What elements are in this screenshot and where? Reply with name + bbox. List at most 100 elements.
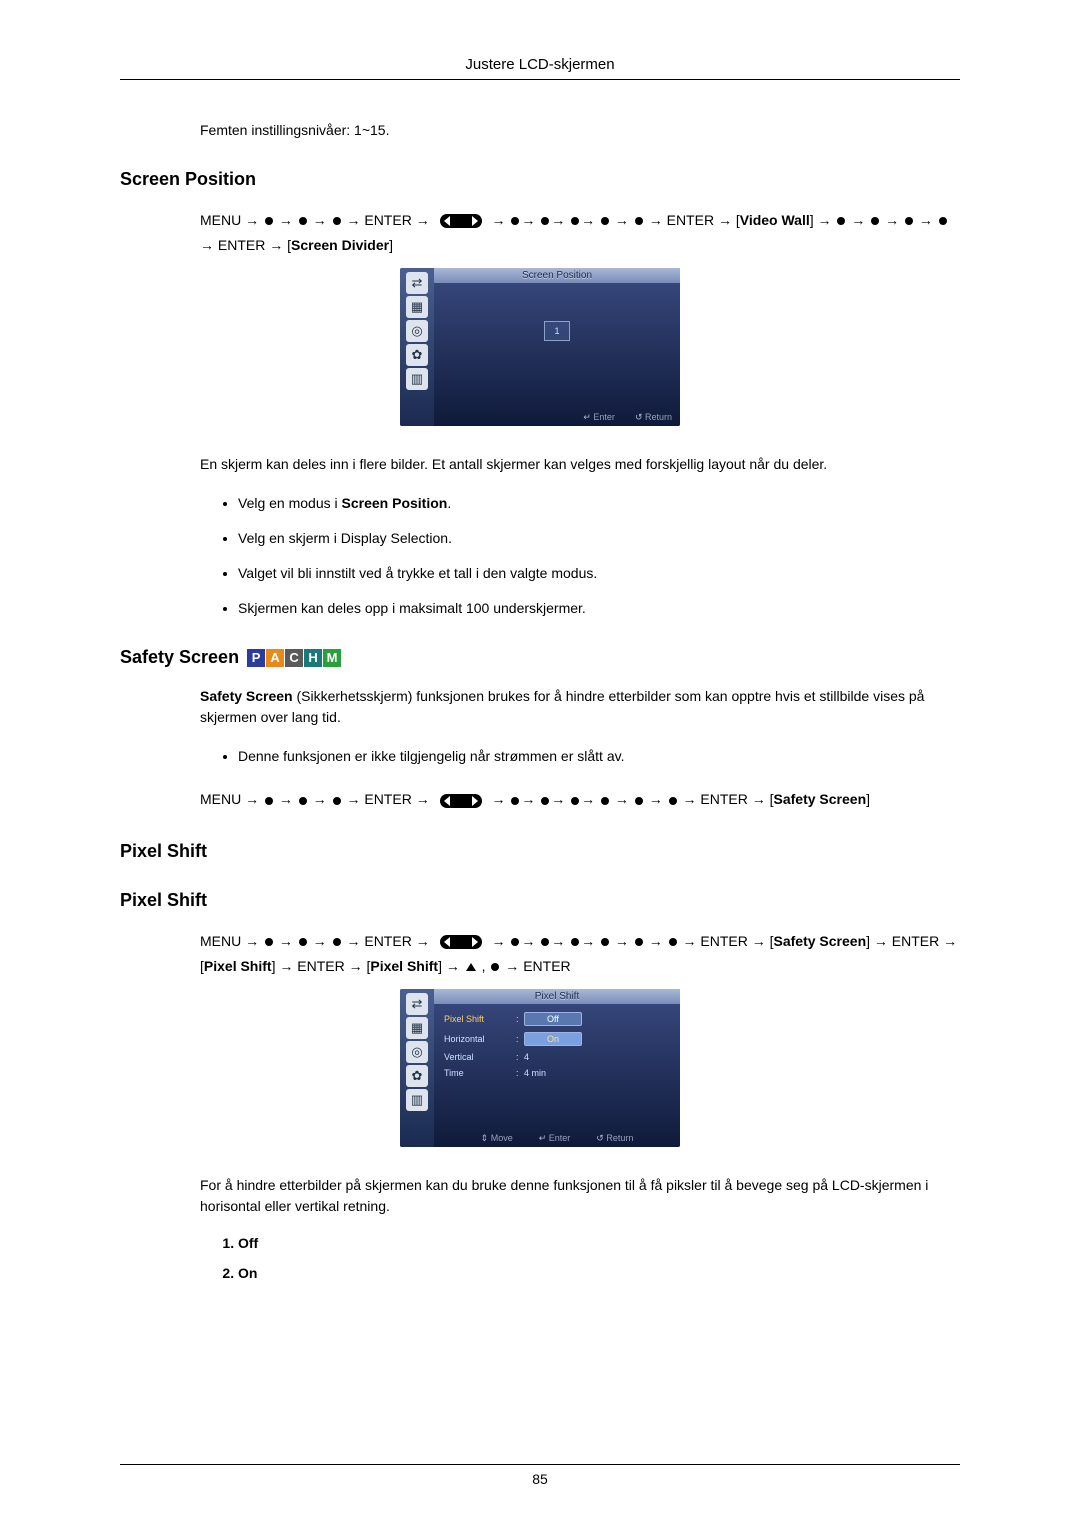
osd-pixel-shift: ⇄ ▦ ◎ ✿ ▥ Pixel Shift Pixel Shift : Off …	[400, 989, 680, 1147]
osd-title: Screen Position	[434, 268, 680, 283]
osd-icon-input: ⇄	[406, 993, 428, 1015]
nav-dot-icon	[871, 217, 879, 225]
nav-dot-icon	[511, 938, 519, 946]
section-title: Pixel Shift	[120, 890, 207, 911]
list-item: Velg en skjerm i Display Selection.	[238, 528, 960, 549]
nav-dot-icon	[669, 938, 677, 946]
osd-title: Pixel Shift	[434, 989, 680, 1004]
osd-footer: ↵ Enter ↺ Return	[434, 409, 680, 426]
nav-enter: ENTER	[218, 237, 265, 253]
osd-icon-sound: ◎	[406, 320, 428, 342]
osd-option-off: Off	[524, 1012, 582, 1026]
osd-icon-picture: ▦	[406, 296, 428, 318]
section-title: Screen Position	[120, 169, 256, 190]
osd-option-on: On	[524, 1032, 582, 1046]
list-item: On	[238, 1265, 960, 1281]
nav-dot-icon	[837, 217, 845, 225]
osd-main: Screen Position 1 ↵ Enter ↺ Return	[434, 268, 680, 426]
osd-row-pixel-shift: Pixel Shift : Off	[444, 1012, 670, 1026]
nav-dot-icon	[571, 797, 579, 805]
osd-content: 1	[434, 283, 680, 409]
nav-menu: MENU	[200, 791, 241, 807]
nav-dot-icon	[511, 217, 519, 225]
mode-badges: P A C H M	[247, 649, 341, 667]
nav-enter: ENTER	[700, 933, 747, 949]
badge-p: P	[247, 649, 265, 667]
page-number: 85	[120, 1464, 960, 1487]
osd-icon-setup: ✿	[406, 1065, 428, 1087]
list-item: Valget vil bli innstilt ved å trykke et …	[238, 563, 960, 584]
nav-dot-icon	[541, 217, 549, 225]
osd-row-time: Time : 4 min	[444, 1068, 670, 1078]
nav-dot-icon	[511, 797, 519, 805]
osd-icon-sound: ◎	[406, 1041, 428, 1063]
osd-footer-enter: ↵ Enter	[583, 412, 615, 423]
nav-menu: MENU	[200, 933, 241, 949]
osd-sidebar: ⇄ ▦ ◎ ✿ ▥	[400, 989, 434, 1147]
nav-menu: MENU	[200, 212, 241, 228]
nav-dot-icon	[491, 963, 499, 971]
nav-dot-icon	[541, 797, 549, 805]
list-item: Velg en modus i Screen Position.	[238, 493, 960, 514]
nav-target-screendivider: Screen Divider	[291, 237, 389, 253]
remote-nav-icon	[440, 794, 482, 808]
osd-icon-multi: ▥	[406, 1089, 428, 1111]
section-title: Safety Screen	[120, 647, 239, 668]
remote-nav-icon	[440, 935, 482, 949]
section-pixel-shift-2: Pixel Shift	[120, 890, 960, 911]
badge-h: H	[304, 649, 322, 667]
up-arrow-icon	[466, 963, 476, 971]
section-screen-position: Screen Position	[120, 169, 960, 190]
intro-text: Femten instillingsnivåer: 1~15.	[200, 120, 960, 141]
osd-row-horizontal: Horizontal : On	[444, 1032, 670, 1046]
nav-target-safetyscreen: Safety Screen	[774, 791, 867, 807]
osd-main: Pixel Shift Pixel Shift : Off Horizontal…	[434, 989, 680, 1147]
osd-icon-picture: ▦	[406, 1017, 428, 1039]
nav-enter: ENTER	[892, 933, 939, 949]
nav-target-pixelshift: Pixel Shift	[370, 958, 438, 974]
osd-screen-position: ⇄ ▦ ◎ ✿ ▥ Screen Position 1 ↵ Enter ↺ Re…	[400, 268, 680, 426]
nav-dot-icon	[571, 217, 579, 225]
nav-dot-icon	[635, 938, 643, 946]
nav-dot-icon	[299, 938, 307, 946]
osd-sidebar: ⇄ ▦ ◎ ✿ ▥	[400, 268, 434, 426]
osd-footer-return: ↺ Return	[635, 412, 672, 423]
list-item: Skjermen kan deles opp i maksimalt 100 u…	[238, 598, 960, 619]
list-item: Off	[238, 1235, 960, 1251]
nav-enter: ENTER	[523, 958, 570, 974]
badge-a: A	[266, 649, 284, 667]
nav-dot-icon	[333, 797, 341, 805]
nav-dot-icon	[265, 938, 273, 946]
osd-footer-return: ↺ Return	[596, 1133, 633, 1144]
section-safety-screen: Safety Screen P A C H M	[120, 647, 960, 668]
osd-icon-input: ⇄	[406, 272, 428, 294]
nav-sequence-3: MENU → → → → ENTER → → → → → → → → ENTER…	[200, 929, 960, 979]
section1-bullets: Velg en modus i Screen Position. Velg en…	[210, 493, 960, 619]
nav-dot-icon	[265, 797, 273, 805]
section2-paragraph: Safety Screen (Sikkerhetsskjerm) funksjo…	[200, 686, 960, 728]
nav-enter: ENTER	[297, 958, 344, 974]
nav-sequence-2: MENU → → → → ENTER → → → → → → → → ENTER…	[200, 787, 960, 812]
osd-footer-move: ⇕ Move	[481, 1133, 513, 1144]
nav-dot-icon	[601, 217, 609, 225]
nav-dot-icon	[541, 938, 549, 946]
nav-enter: ENTER	[700, 791, 747, 807]
nav-target-pixelshift: Pixel Shift	[204, 958, 272, 974]
remote-nav-icon	[440, 214, 482, 228]
nav-dot-icon	[333, 217, 341, 225]
nav-enter: ENTER	[364, 933, 411, 949]
nav-dot-icon	[265, 217, 273, 225]
section-title: Pixel Shift	[120, 841, 207, 862]
osd-content: Pixel Shift : Off Horizontal : On Vertic…	[434, 1004, 680, 1130]
nav-target-videowall: Video Wall	[740, 212, 810, 228]
osd-footer: ⇕ Move ↵ Enter ↺ Return	[434, 1130, 680, 1147]
nav-target-safetyscreen: Safety Screen	[774, 933, 867, 949]
nav-dot-icon	[669, 797, 677, 805]
nav-dot-icon	[905, 217, 913, 225]
osd-icon-multi: ▥	[406, 368, 428, 390]
osd-row-vertical: Vertical : 4	[444, 1052, 670, 1062]
nav-dot-icon	[601, 938, 609, 946]
nav-dot-icon	[635, 217, 643, 225]
osd-footer-enter: ↵ Enter	[539, 1133, 571, 1144]
section3-list: Off On	[210, 1235, 960, 1281]
